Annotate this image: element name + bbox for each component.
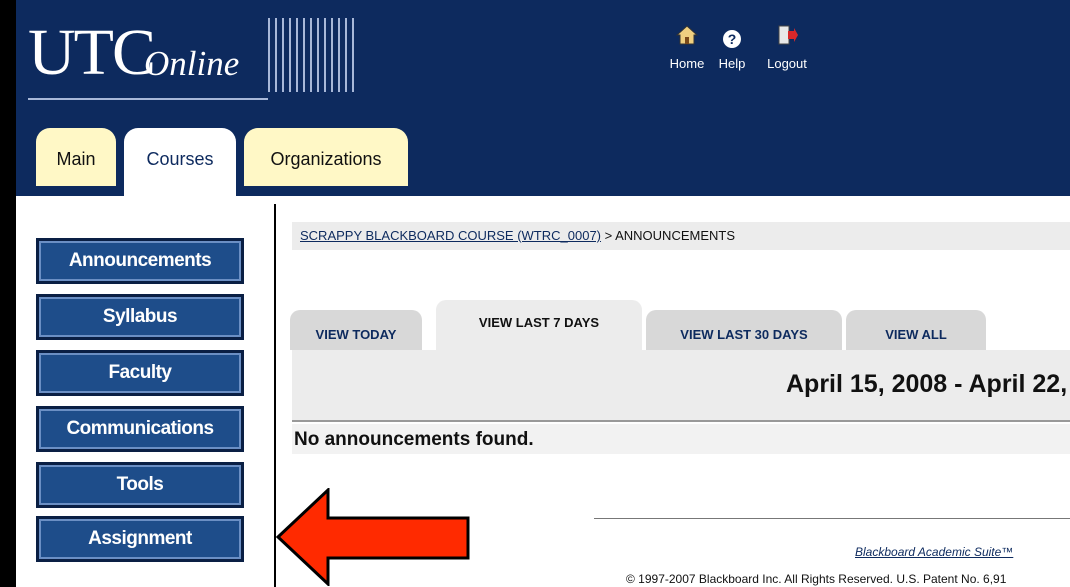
red-arrow-annotation — [275, 488, 470, 586]
help-link-label: Help — [718, 56, 746, 71]
logout-icon — [758, 24, 816, 52]
date-range-divider — [292, 420, 1070, 422]
tab-main[interactable]: Main — [36, 128, 116, 186]
tab-view-last-7-days[interactable]: VIEW LAST 7 DAYS — [436, 300, 642, 350]
tab-view-last-30-days[interactable]: VIEW LAST 30 DAYS — [646, 310, 842, 350]
breadcrumb-course-link[interactable]: SCRAPPY BLACKBOARD COURSE (WTRC_0007) — [300, 228, 601, 243]
empty-state-message: No announcements found. — [292, 424, 1070, 454]
breadcrumb: SCRAPPY BLACKBOARD COURSE (WTRC_0007) > … — [292, 222, 1070, 250]
logo-bars-graphic — [268, 18, 396, 92]
tab-view-all[interactable]: VIEW ALL — [846, 310, 986, 350]
tab-organizations[interactable]: Organizations — [244, 128, 408, 186]
help-icon: ? — [710, 24, 754, 52]
browser-page: UTC Online Home ? Help Logout Main Cours… — [12, 0, 1070, 587]
tab-courses[interactable]: Courses — [124, 128, 236, 196]
date-range-bar: April 15, 2008 - April 22, 2 — [292, 350, 1070, 420]
logo-underline — [28, 98, 268, 100]
logout-link[interactable]: Logout — [758, 24, 816, 71]
nav-communications-button[interactable]: Communications — [36, 406, 244, 452]
course-menu: Announcements Syllabus Faculty Communica… — [16, 196, 276, 587]
logout-link-label: Logout — [767, 56, 807, 71]
nav-tools-button[interactable]: Tools — [36, 462, 244, 508]
nav-faculty-button[interactable]: Faculty — [36, 350, 244, 396]
home-link-label: Home — [669, 56, 705, 71]
nav-announcements-button[interactable]: Announcements — [36, 238, 244, 284]
breadcrumb-current: > ANNOUNCEMENTS — [601, 228, 736, 243]
nav-assignment-button[interactable]: Assignment — [36, 516, 244, 562]
top-links: Home ? Help Logout — [666, 24, 836, 84]
logo-text-sub: Online — [144, 44, 240, 83]
help-link[interactable]: ? Help — [710, 24, 754, 71]
tab-view-today[interactable]: VIEW TODAY — [290, 310, 422, 350]
home-icon — [666, 24, 708, 52]
date-range-text: April 15, 2008 - April 22, 2 — [786, 370, 1070, 398]
nav-syllabus-button[interactable]: Syllabus — [36, 294, 244, 340]
logo-text-main: UTC — [28, 16, 156, 89]
footer-divider — [594, 518, 1070, 519]
blackboard-suite-link[interactable]: Blackboard Academic Suite™ — [855, 545, 1013, 559]
announcement-view-tabs: VIEW TODAY VIEW LAST 7 DAYS VIEW LAST 30… — [290, 300, 1070, 350]
utc-online-logo[interactable]: UTC Online — [26, 12, 406, 102]
copyright-text: © 1997-2007 Blackboard Inc. All Rights R… — [626, 572, 1007, 586]
home-link[interactable]: Home — [666, 24, 708, 71]
header-bar: UTC Online Home ? Help Logout Main Cours… — [16, 0, 1070, 196]
